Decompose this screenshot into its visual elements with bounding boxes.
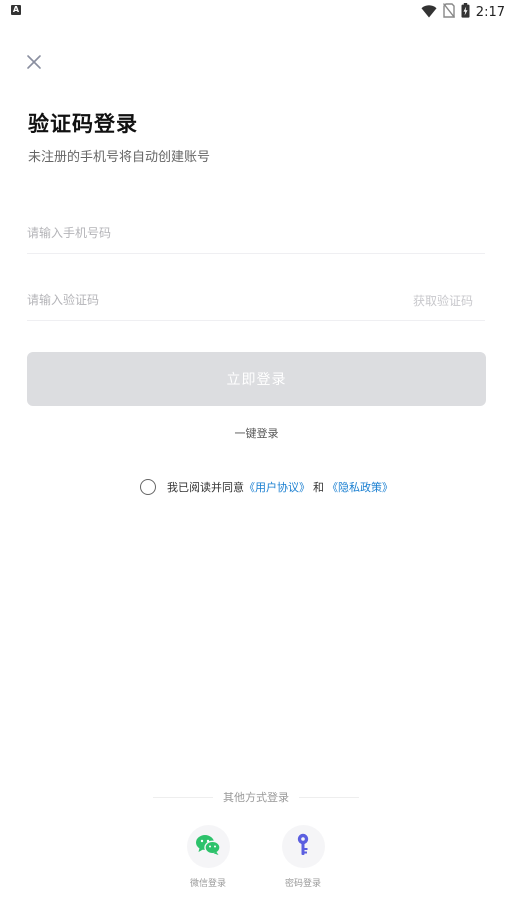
privacy-policy-link[interactable]: 《隐私政策》	[327, 479, 393, 495]
other-login-header: 其他方式登录	[153, 789, 359, 805]
wifi-icon	[421, 3, 437, 22]
password-login-label: 密码登录	[284, 879, 321, 889]
login-button[interactable]: 立即登录	[27, 352, 486, 406]
wechat-login-label: 微信登录	[189, 879, 226, 889]
close-icon	[24, 55, 44, 76]
phone-input[interactable]	[27, 214, 397, 252]
status-icons: 2:17	[421, 2, 505, 22]
key-icon	[295, 833, 311, 861]
page-subtitle: 未注册的手机号将自动创建账号	[28, 150, 211, 165]
other-login-title: 其他方式登录	[223, 791, 289, 804]
user-agreement-link[interactable]: 《用户协议》	[244, 479, 310, 495]
wechat-icon	[195, 834, 221, 860]
password-login-circle	[281, 825, 325, 868]
agreement-and: 和	[313, 481, 324, 494]
notification-badge: A	[11, 5, 21, 15]
agreement-prefix: 我已阅读并同意	[167, 481, 244, 494]
get-code-button[interactable]: 获取验证码	[413, 292, 473, 309]
code-field: 获取验证码	[27, 281, 485, 321]
agreement-checkbox[interactable]	[140, 479, 156, 495]
status-time: 2:17	[475, 4, 505, 20]
no-sim-icon	[442, 2, 455, 22]
battery-charging-icon	[461, 2, 470, 22]
agreement-row: 我已阅读并同意 《用户协议》 和 《隐私政策》	[140, 478, 393, 496]
status-bar: A 2:17	[0, 0, 513, 24]
divider-right	[299, 796, 359, 798]
wechat-login-circle	[186, 825, 230, 868]
password-login-button[interactable]: 密码登录	[263, 825, 343, 889]
wechat-login-button[interactable]: 微信登录	[168, 825, 248, 889]
divider-left	[153, 796, 213, 798]
one-key-login-link[interactable]: 一键登录	[0, 425, 513, 441]
page-title: 验证码登录	[28, 112, 138, 136]
phone-field	[27, 214, 485, 254]
verification-code-input[interactable]	[27, 281, 397, 319]
close-button[interactable]	[24, 52, 44, 72]
